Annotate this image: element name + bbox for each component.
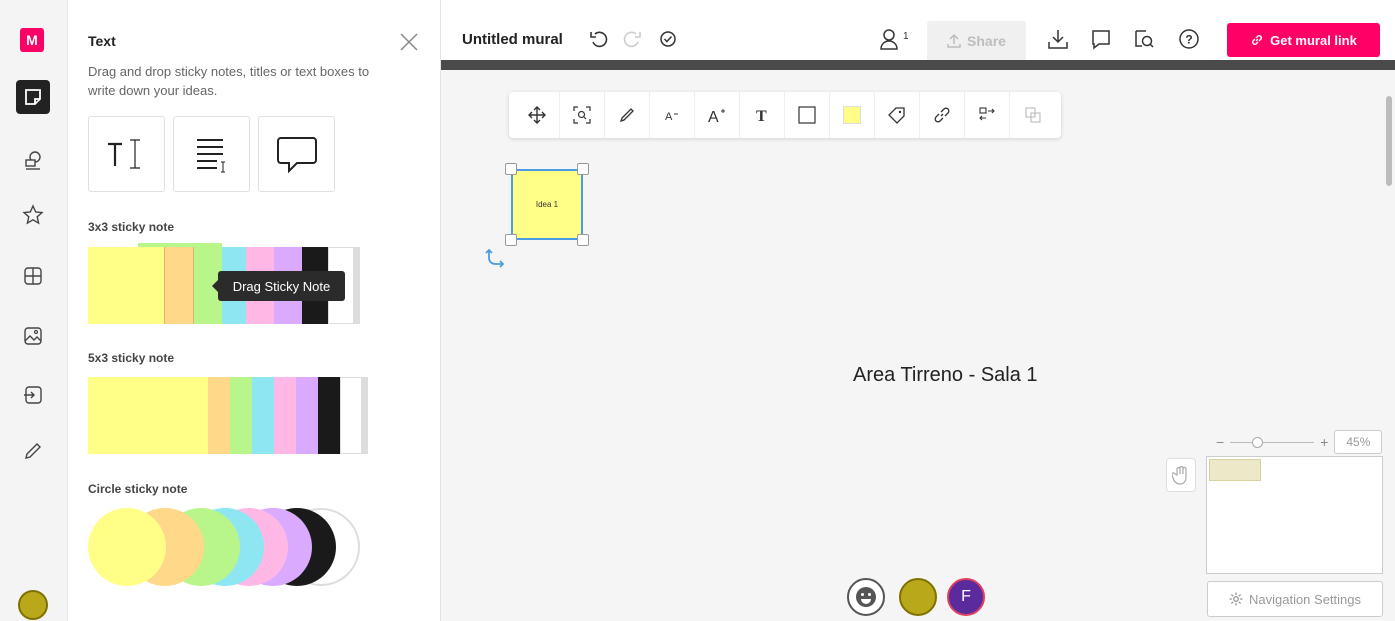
navigation-settings-label: Navigation Settings (1248, 591, 1361, 607)
redo-icon[interactable] (619, 26, 645, 52)
search-outline-icon[interactable] (1131, 26, 1157, 52)
zoom-in-button[interactable]: + (1320, 434, 1328, 450)
tag-icon[interactable] (875, 92, 920, 138)
user-avatar[interactable] (18, 590, 48, 620)
panel-title: Text (88, 33, 116, 49)
comment-tool[interactable] (258, 116, 335, 192)
svg-text:T: T (756, 108, 767, 123)
comments-icon[interactable] (1088, 26, 1114, 52)
resize-handle-bottom-right[interactable] (577, 234, 589, 246)
zoom-percentage[interactable]: 45% (1334, 430, 1383, 454)
text-panel: Text Drag and drop sticky notes, titles … (68, 0, 441, 621)
tool-rail: M (0, 0, 68, 621)
panel-description: Drag and drop sticky notes, titles or te… (88, 64, 370, 98)
share-button[interactable]: Share (927, 21, 1026, 61)
share-label: Share (967, 33, 1006, 49)
mural-title[interactable]: Untitled mural (462, 31, 563, 48)
star-icon[interactable] (16, 198, 50, 232)
hand-pan-icon[interactable] (1166, 458, 1196, 492)
resize-handle-top-left[interactable] (505, 163, 517, 175)
current-user-avatar[interactable]: F (947, 578, 985, 616)
get-mural-link-label: Get mural link (1270, 32, 1357, 48)
copy-style-icon[interactable] (1010, 92, 1055, 138)
close-icon[interactable] (397, 30, 421, 54)
mural-canvas[interactable]: A A T Idea 1 Area Tirreno - Sala 1 − + 4… (441, 70, 1395, 621)
shapes-tool-icon[interactable] (16, 143, 50, 177)
zoom-out-button[interactable]: − (1216, 434, 1224, 450)
border-icon[interactable] (785, 92, 830, 138)
zoom-to-icon[interactable] (560, 92, 605, 138)
svg-text:?: ? (1185, 33, 1192, 47)
zoom-slider[interactable] (1230, 436, 1315, 448)
sticky-note[interactable]: Idea 1 (511, 169, 583, 240)
edit-pencil-icon[interactable] (605, 92, 650, 138)
sticky-note-text: Idea 1 (535, 200, 559, 209)
move-icon[interactable] (515, 92, 560, 138)
top-bar: Untitled mural 1 Share ? Get mural link (441, 0, 1395, 70)
sticky-5x3-strip[interactable] (88, 377, 370, 454)
rotate-icon[interactable] (485, 244, 509, 273)
import-icon[interactable] (16, 378, 50, 412)
download-icon[interactable] (1045, 26, 1071, 52)
section-label-3x3: 3x3 sticky note (88, 220, 175, 234)
color-swatch-icon[interactable] (830, 92, 875, 138)
title-text-icon (107, 139, 140, 169)
area-label[interactable]: Area Tirreno - Sala 1 (853, 364, 1038, 387)
sticky-circle-strip[interactable] (88, 508, 363, 586)
minimap-viewport[interactable] (1209, 459, 1261, 481)
link-icon[interactable] (920, 92, 965, 138)
gear-icon (1229, 592, 1243, 606)
svg-text:A: A (708, 109, 719, 124)
zoom-control: − + 45% (1216, 430, 1386, 454)
sticky-note-tool-icon[interactable] (16, 80, 50, 114)
text-format-icon[interactable]: T (740, 92, 785, 138)
font-decrease-icon[interactable]: A (650, 92, 695, 138)
resize-handle-top-right[interactable] (577, 163, 589, 175)
saved-check-icon (655, 26, 681, 52)
help-icon[interactable]: ? (1176, 26, 1202, 52)
upload-icon (947, 34, 961, 48)
mural-logo[interactable]: M (20, 28, 44, 52)
current-user-initial: F (961, 588, 971, 605)
collaborator-avatar[interactable] (899, 578, 937, 616)
sticky-toolbar: A A T (509, 92, 1061, 138)
get-mural-link-button[interactable]: Get mural link (1227, 23, 1380, 57)
font-increase-icon[interactable]: A (695, 92, 740, 138)
image-icon[interactable] (16, 319, 50, 353)
collaborators-icon[interactable] (877, 26, 903, 52)
text-box-tool[interactable] (173, 116, 250, 192)
comment-bubble-icon (276, 137, 317, 174)
drag-sticky-tooltip: Drag Sticky Note (212, 271, 345, 301)
reaction-emoji-icon[interactable] (847, 578, 885, 616)
section-label-5x3: 5x3 sticky note (88, 351, 175, 365)
collaborator-count: 1 (903, 31, 909, 42)
swap-icon[interactable] (965, 92, 1010, 138)
svg-text:A: A (665, 111, 673, 123)
mural-app: M Text Drag and drop sticky notes, title… (0, 0, 1395, 621)
navigation-settings-button[interactable]: Navigation Settings (1207, 581, 1383, 617)
frameworks-grid-icon[interactable] (16, 259, 50, 293)
title-text-tool[interactable] (88, 116, 165, 192)
undo-icon[interactable] (586, 26, 612, 52)
text-box-icon (196, 139, 225, 173)
section-label-circle: Circle sticky note (88, 482, 188, 496)
minimap[interactable] (1206, 456, 1383, 574)
zoom-slider-handle[interactable] (1252, 436, 1264, 448)
link-icon (1252, 35, 1263, 45)
vertical-scrollbar[interactable] (1386, 96, 1392, 186)
pencil-icon[interactable] (16, 434, 50, 468)
